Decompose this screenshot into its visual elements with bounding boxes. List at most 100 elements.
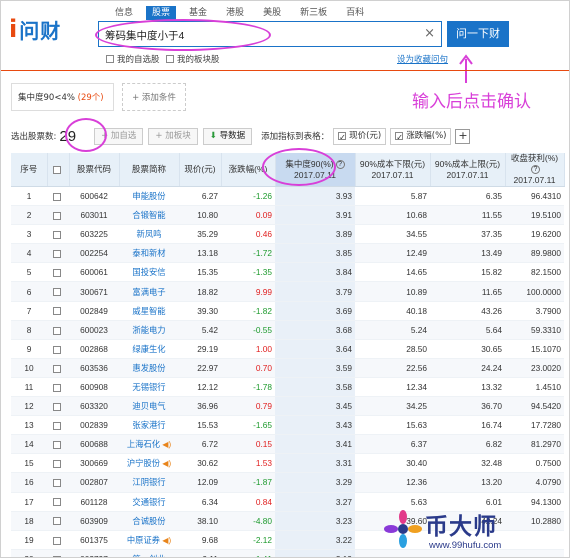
row-name-cell[interactable]: 绿康生化 — [119, 339, 179, 359]
metric-price-toggle[interactable]: 现价(元) — [333, 127, 387, 145]
select-all-checkbox[interactable] — [52, 165, 61, 174]
table-row[interactable]: 8 600023 浙能电力 5.42 -0.55 3.68 5.24 5.64 59.3310 — [11, 320, 564, 340]
row-name-link[interactable]: 迪贝电气 — [132, 401, 165, 411]
help-icon[interactable]: ? — [531, 165, 540, 175]
row-name-link[interactable]: 申能股份 — [132, 191, 165, 201]
row-name-cell[interactable]: 泰和新材 — [119, 243, 179, 264]
table-row[interactable]: 14 600688 上海石化 ◀) 6.72 0.15 3.41 6.37 6.82 81.29… — [11, 434, 564, 455]
row-name-link[interactable]: 交通银行 — [132, 497, 165, 507]
row-name-cell[interactable]: 合诚股份 — [119, 511, 179, 531]
metric-change-checkbox[interactable] — [395, 130, 404, 145]
row-checkbox[interactable] — [52, 250, 61, 259]
row-checkbox[interactable] — [52, 498, 61, 507]
row-name-link[interactable]: 江阴银行 — [132, 477, 165, 487]
table-row[interactable]: 1 600642 申能股份 6.27 -1.26 3.93 5.87 6.35 96.4310 — [11, 186, 564, 207]
row-name-link[interactable]: 合诚股份 — [132, 516, 165, 526]
row-select[interactable] — [47, 358, 69, 378]
table-row[interactable]: 13 002839 张家港行 15.53 -1.65 3.43 15.63 16.74 17.7… — [11, 415, 564, 436]
table-row[interactable]: 5 600061 国投安信 15.35 -1.35 3.84 14.65 15.82 82.15… — [11, 262, 564, 283]
row-name-cell[interactable]: 无锡银行 — [119, 377, 179, 398]
row-name-link[interactable]: 新凤鸣 — [137, 229, 162, 239]
row-checkbox[interactable] — [52, 536, 61, 545]
row-select[interactable] — [47, 320, 69, 340]
row-name-cell[interactable]: 富满电子 — [119, 281, 179, 302]
row-checkbox[interactable] — [52, 402, 61, 411]
row-checkbox[interactable] — [52, 517, 61, 526]
my-stocks-checkbox[interactable] — [106, 55, 114, 63]
col-name-header[interactable]: 股票简称 — [119, 153, 180, 187]
col-profit-header[interactable]: 收盘获利(%)? 2017.07.11 — [505, 153, 565, 187]
col-code-header[interactable]: 股票代码 — [69, 153, 120, 187]
table-row[interactable]: 9 002868 绿康生化 29.19 1.00 3.64 28.50 30.65 15.107… — [11, 339, 564, 359]
row-checkbox[interactable] — [52, 479, 61, 488]
add-metric-button[interactable]: + — [455, 128, 471, 144]
row-select[interactable] — [47, 492, 69, 512]
clear-icon[interactable]: × — [424, 26, 435, 41]
row-name-link[interactable]: 绿康生化 — [132, 344, 165, 354]
row-name-link[interactable]: 中原证券 — [127, 535, 160, 545]
table-row[interactable]: 6 300671 富满电子 18.82 9.99 3.79 10.89 11.65 100.00… — [11, 281, 564, 302]
row-name-cell[interactable]: 惠发股份 — [119, 358, 179, 378]
export-data-button[interactable]: ⬇ 导数据 — [202, 127, 253, 145]
row-checkbox[interactable] — [52, 383, 61, 392]
row-checkbox[interactable] — [52, 326, 61, 335]
wencai-logo[interactable]: i 问财 — [9, 13, 61, 45]
row-name-cell[interactable]: 上海石化 ◀) — [119, 434, 179, 455]
condition-chip[interactable]: 集中度90<4% (29个) — [11, 83, 114, 111]
table-row[interactable]: 16 002807 江阴银行 12.09 -1.87 3.29 12.36 13.20 4.07… — [11, 472, 564, 493]
tab-5[interactable]: 新三板 — [294, 6, 333, 20]
row-name-cell[interactable]: 江阴银行 — [119, 472, 179, 493]
ask-button[interactable]: 问一下财 — [447, 21, 509, 47]
metric-change-toggle[interactable]: 涨跌幅(%) — [390, 127, 452, 145]
metric-price-checkbox[interactable] — [338, 130, 347, 145]
my-stocks-option[interactable]: 我的自选股 — [106, 53, 160, 65]
table-row[interactable]: 2 603011 合锻智能 10.80 0.09 3.91 10.68 11.55 19.510… — [11, 205, 564, 226]
row-select[interactable] — [47, 453, 69, 474]
speaker-icon[interactable]: ◀) — [160, 459, 171, 468]
tab-4[interactable]: 美股 — [257, 6, 287, 20]
row-name-cell[interactable]: 合锻智能 — [119, 205, 179, 226]
row-checkbox[interactable] — [52, 460, 61, 469]
row-checkbox[interactable] — [52, 211, 61, 220]
row-checkbox[interactable] — [52, 269, 61, 278]
row-name-link[interactable]: 富满电子 — [132, 287, 165, 297]
row-name-link[interactable]: 浙能电力 — [132, 325, 165, 335]
row-select[interactable] — [47, 205, 69, 226]
row-checkbox[interactable] — [52, 345, 61, 354]
row-name-cell[interactable]: 威星智能 — [119, 301, 179, 321]
row-select[interactable] — [47, 377, 69, 398]
row-name-link[interactable]: 张家港行 — [132, 420, 165, 430]
row-select[interactable] — [47, 511, 69, 531]
my-sectors-checkbox[interactable] — [166, 55, 174, 63]
add-sector-button[interactable]: + 加板块 — [148, 127, 198, 145]
row-name-cell[interactable]: 国投安信 — [119, 262, 179, 283]
row-name-link[interactable]: 泰和新材 — [132, 248, 165, 258]
table-row[interactable]: 3 603225 新凤鸣 35.29 0.46 3.89 34.55 37.35 19.6200 — [11, 224, 564, 245]
row-checkbox[interactable] — [52, 441, 61, 450]
row-select[interactable] — [47, 243, 69, 264]
row-select[interactable] — [47, 262, 69, 283]
row-name-cell[interactable]: 交通银行 — [119, 492, 179, 512]
col-cost-high-header[interactable]: 90%成本上限(元) 2017.07.11 — [430, 153, 506, 187]
row-name-cell[interactable]: 中原证券 ◀) — [119, 530, 179, 550]
add-condition-button[interactable]: + 添加条件 — [122, 83, 186, 111]
col-select-header[interactable] — [47, 153, 70, 187]
row-select[interactable] — [47, 549, 69, 557]
my-sectors-option[interactable]: 我的板块股 — [166, 53, 220, 65]
row-name-cell[interactable]: 申能股份 — [119, 186, 179, 207]
row-name-cell[interactable]: 迪贝电气 — [119, 396, 179, 417]
table-row[interactable]: 11 600908 无锡银行 12.12 -1.78 3.58 12.34 13.32 1.45… — [11, 377, 564, 398]
table-row[interactable]: 15 300669 沪宁股份 ◀) 30.62 1.53 3.31 30.40 32.48 0.… — [11, 453, 564, 474]
row-checkbox[interactable] — [52, 231, 61, 240]
tab-0[interactable]: 信息 — [109, 6, 139, 20]
row-select[interactable] — [47, 396, 69, 417]
row-select[interactable] — [47, 281, 69, 302]
col-price-header[interactable]: 现价(元) — [179, 153, 222, 187]
row-checkbox[interactable] — [52, 192, 61, 201]
row-name-link[interactable]: 上海石化 — [127, 439, 160, 449]
help-icon[interactable]: ? — [335, 159, 345, 169]
tab-2[interactable]: 基金 — [183, 6, 213, 20]
speaker-icon[interactable]: ◀) — [160, 536, 171, 545]
row-name-cell[interactable]: 新凤鸣 — [119, 224, 179, 245]
row-select[interactable] — [47, 224, 69, 245]
